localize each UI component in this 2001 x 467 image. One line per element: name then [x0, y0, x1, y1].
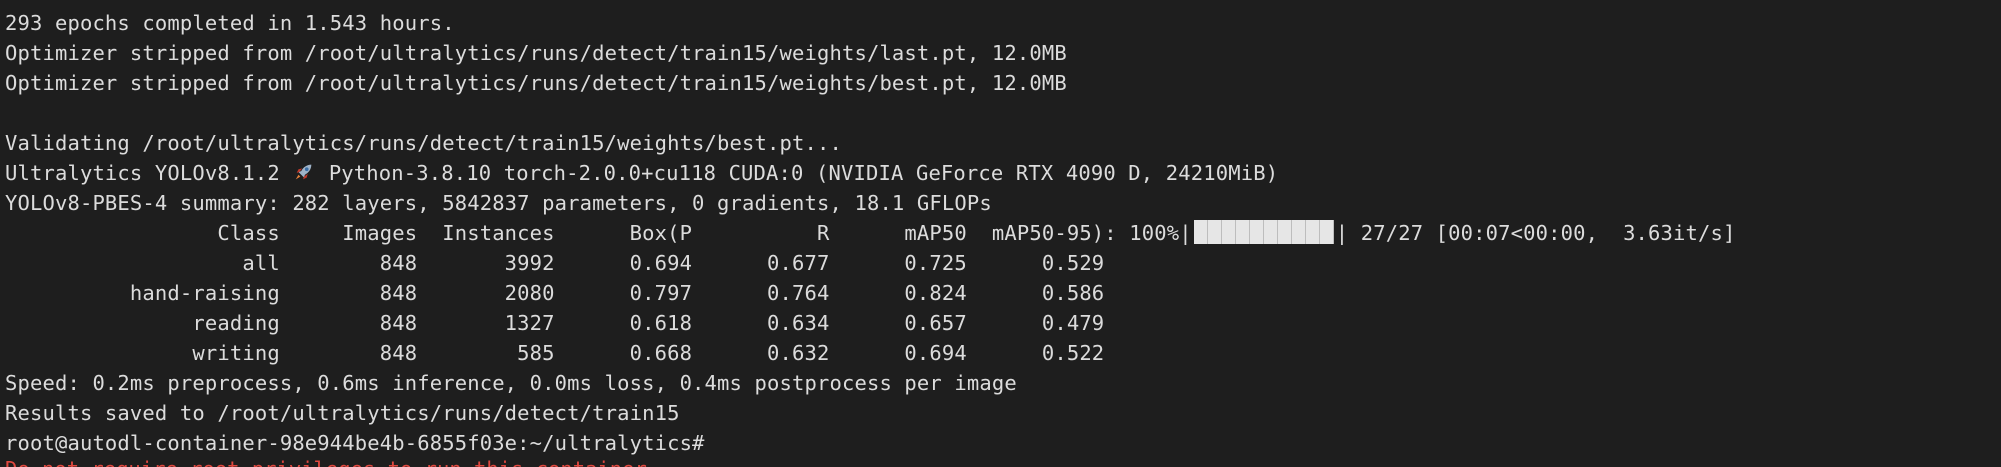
progress-status-text: | 27/27 [00:07<00:00, 3.63it/s]: [1335, 221, 1736, 245]
output-line-speed: Speed: 0.2ms preprocess, 0.6ms inference…: [5, 371, 1017, 395]
terminal-window[interactable]: 293 epochs completed in 1.543 hours. Opt…: [0, 0, 2001, 467]
table-row: all 848 3992 0.694 0.677 0.725 0.529: [5, 251, 1105, 275]
output-line-model-summary: YOLOv8-PBES-4 summary: 282 layers, 58428…: [5, 191, 992, 215]
output-line-results-saved: Results saved to /root/ultralytics/runs/…: [5, 401, 680, 425]
table-row: writing 848 585 0.668 0.632 0.694 0.522: [5, 341, 1105, 365]
rocket-icon: [296, 164, 312, 180]
validation-progress-bar: [1193, 220, 1334, 244]
results-table-header: Class Images Instances Box(P R mAP50 mAP…: [0, 218, 2001, 248]
table-row: reading 848 1327 0.618 0.634 0.657 0.479: [5, 311, 1105, 335]
output-line-epochs: 293 epochs completed in 1.543 hours.: [5, 11, 455, 35]
output-line-environment: Ultralytics YOLOv8.1.2 Python-3.8.10 tor…: [0, 158, 2001, 188]
ultralytics-version-text: Ultralytics YOLOv8.1.2: [5, 161, 293, 185]
table-header-columns: Class Images Instances Box(P R mAP50 mAP…: [5, 221, 1192, 245]
output-line-optimizer-best: Optimizer stripped from /root/ultralytic…: [5, 71, 1067, 95]
output-line-optimizer-last: Optimizer stripped from /root/ultralytic…: [5, 41, 1067, 65]
table-row: hand-raising 848 2080 0.797 0.764 0.824 …: [5, 281, 1105, 305]
warning-line-truncated: Do not require root privileges to run th…: [5, 454, 659, 467]
output-line-validating: Validating /root/ultralytics/runs/detect…: [5, 131, 842, 155]
environment-info-text: Python-3.8.10 torch-2.0.0+cu118 CUDA:0 (…: [316, 161, 1279, 185]
